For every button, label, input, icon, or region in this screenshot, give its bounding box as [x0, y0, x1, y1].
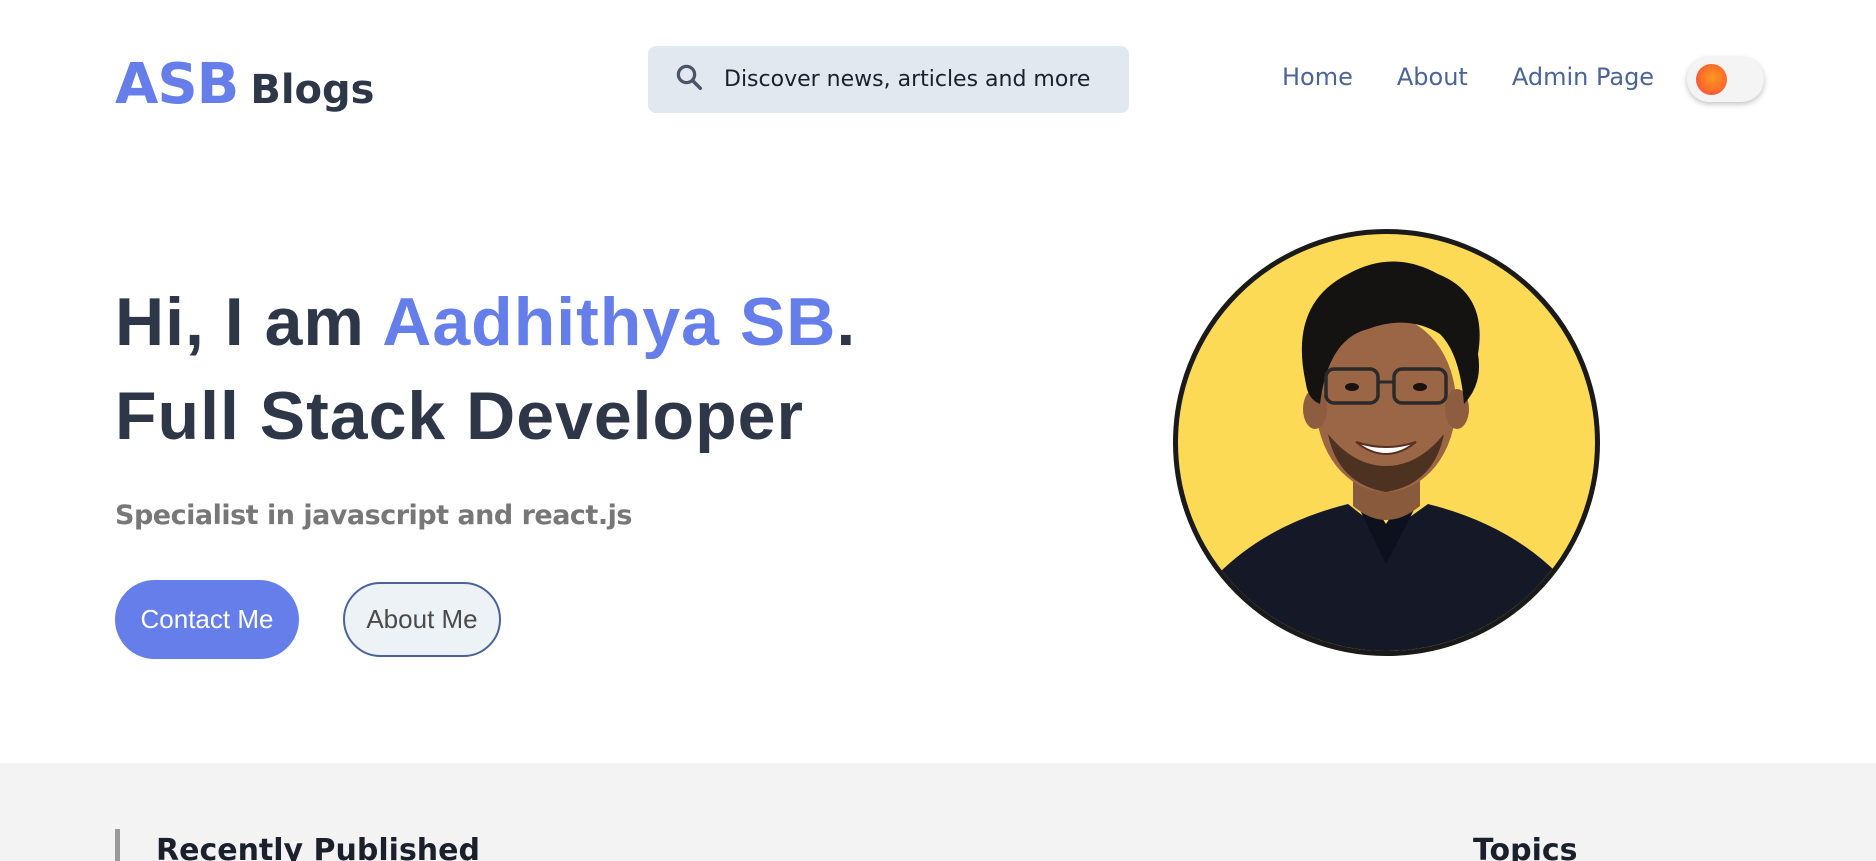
- author-role: Full Stack Developer: [115, 378, 804, 454]
- content-section: Recently Published Topics: [0, 763, 1876, 861]
- profile-photo: [1173, 229, 1600, 656]
- hero-heading: Hi, I am Aadhithya SB. Full Stack Develo…: [115, 275, 856, 463]
- theme-toggle[interactable]: [1687, 57, 1764, 102]
- search-input[interactable]: [724, 67, 1104, 92]
- site-header: ASB Blogs Home About Admin Page: [0, 0, 1876, 160]
- about-me-button[interactable]: About Me: [343, 582, 501, 657]
- logo-text: Blogs: [250, 67, 375, 113]
- greeting-suffix: .: [836, 284, 857, 360]
- site-logo[interactable]: ASB Blogs: [115, 52, 374, 117]
- greeting-prefix: Hi, I am: [115, 284, 383, 360]
- main-nav: Home About Admin Page: [1282, 63, 1654, 91]
- hero-subtitle: Specialist in javascript and react.js: [115, 500, 632, 531]
- nav-about-link[interactable]: About: [1397, 63, 1468, 91]
- section-accent-bar: [115, 829, 120, 861]
- search-icon: [674, 62, 704, 97]
- nav-admin-link[interactable]: Admin Page: [1512, 63, 1654, 91]
- logo-accent-text: ASB: [115, 52, 239, 117]
- author-name: Aadhithya SB: [382, 284, 837, 360]
- topics-heading: Topics: [1473, 833, 1578, 861]
- contact-me-button[interactable]: Contact Me: [115, 580, 299, 659]
- nav-home-link[interactable]: Home: [1282, 63, 1353, 91]
- sun-icon: [1696, 64, 1727, 95]
- recently-published-heading: Recently Published: [156, 833, 480, 861]
- profile-illustration: [1198, 261, 1578, 651]
- search-bar[interactable]: [648, 46, 1129, 113]
